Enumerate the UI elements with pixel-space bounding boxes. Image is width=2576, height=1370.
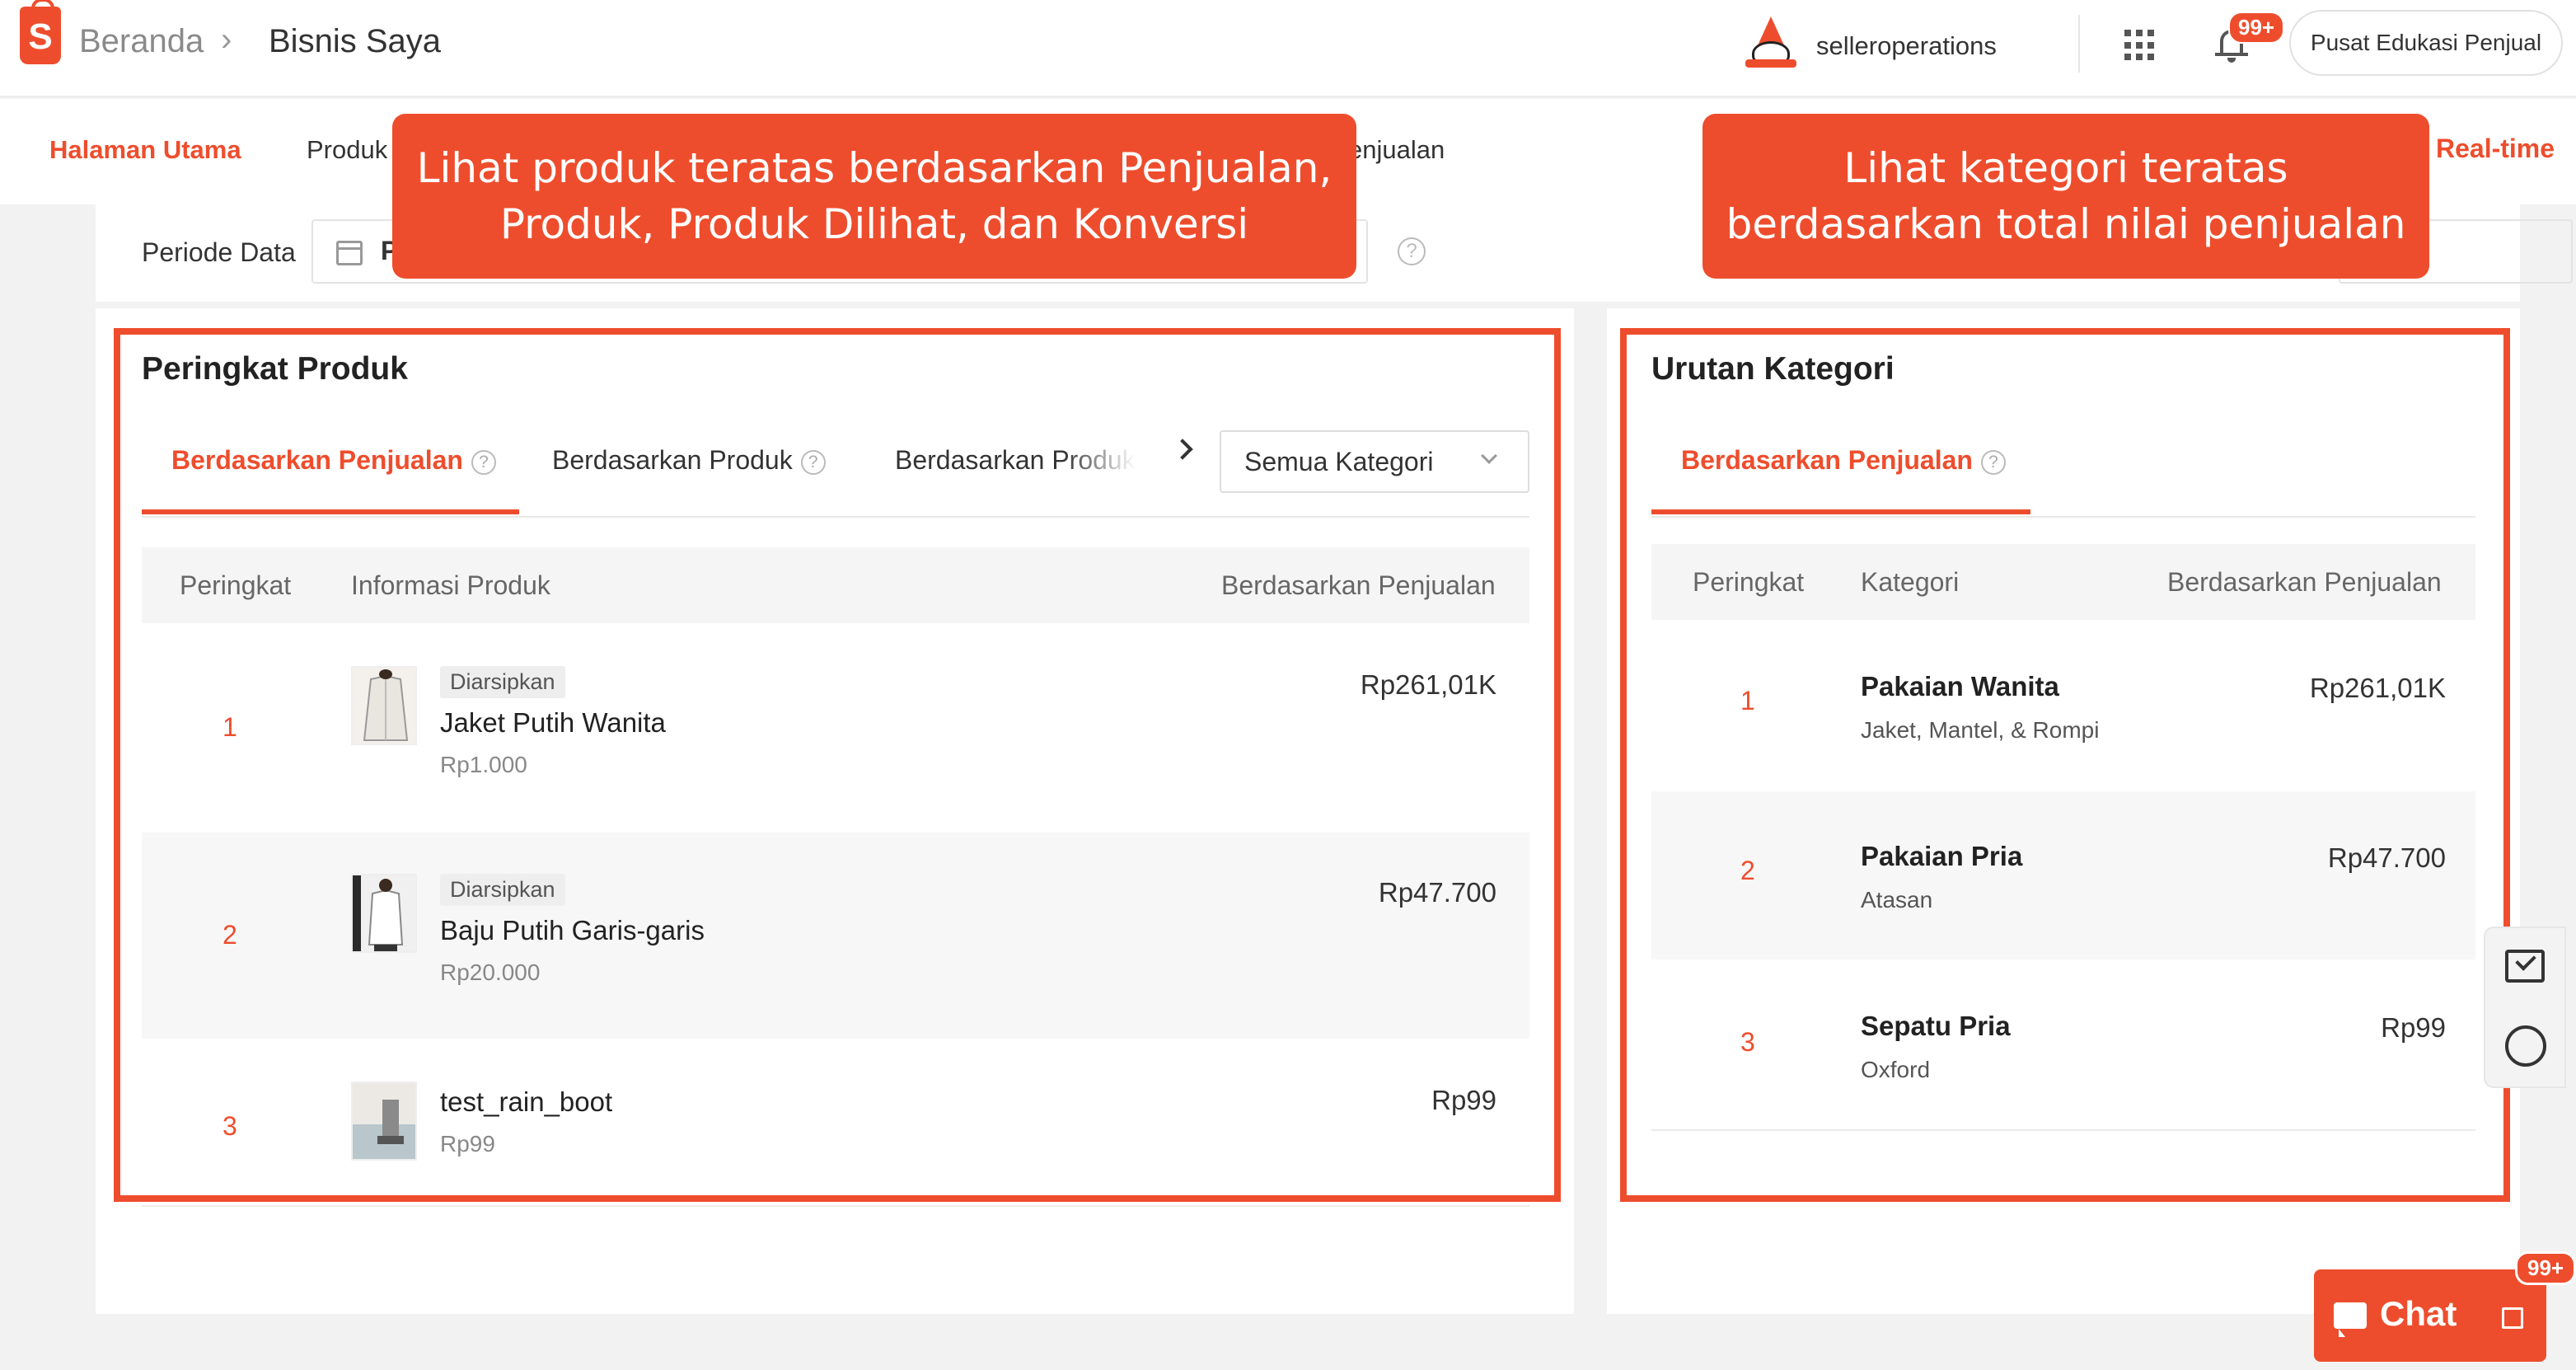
shopee-logo-icon[interactable]: S bbox=[20, 0, 61, 64]
chevron-right-icon: › bbox=[221, 21, 232, 58]
notification-badge: 99+ bbox=[2228, 12, 2285, 44]
expand-icon[interactable] bbox=[2502, 1307, 2523, 1329]
top-bar: S Beranda › Bisnis Saya selleroperations… bbox=[0, 0, 2576, 97]
callout-products: Lihat produk teratas berdasarkan Penjual… bbox=[392, 114, 1356, 279]
apps-grid-icon[interactable] bbox=[2124, 30, 2156, 61]
avatar[interactable] bbox=[1745, 16, 1796, 68]
highlight-frame-categories bbox=[1620, 328, 2510, 1202]
calendar-icon bbox=[336, 241, 363, 265]
edu-center-button[interactable]: Pusat Edukasi Penjual bbox=[2289, 10, 2563, 76]
divider bbox=[142, 1205, 1529, 1207]
floating-toolbar bbox=[2484, 927, 2566, 1088]
breadcrumb-home[interactable]: Beranda bbox=[79, 23, 204, 60]
tab-realtime[interactable]: Real-time bbox=[2436, 134, 2555, 164]
highlight-frame-products bbox=[114, 328, 1561, 1202]
chat-bubble-icon bbox=[2334, 1302, 2367, 1337]
tab-penjualan[interactable]: enjualan bbox=[1348, 135, 1445, 165]
divider bbox=[2078, 15, 2080, 73]
help-icon[interactable]: ? bbox=[1398, 237, 1426, 265]
headset-icon[interactable] bbox=[2505, 1025, 2546, 1067]
username[interactable]: selleroperations bbox=[1816, 31, 1997, 61]
chat-button[interactable]: Chat bbox=[2314, 1269, 2546, 1362]
chat-label: Chat bbox=[2380, 1294, 2457, 1333]
tab-produk[interactable]: Produk bbox=[307, 135, 387, 165]
feedback-icon[interactable] bbox=[2505, 950, 2545, 983]
period-label: Periode Data bbox=[142, 237, 296, 267]
breadcrumb-current: Bisnis Saya bbox=[269, 23, 441, 59]
chat-badge: 99+ bbox=[2515, 1251, 2576, 1285]
tab-halaman-utama[interactable]: Halaman Utama bbox=[49, 135, 241, 165]
callout-categories: Lihat kategori teratas berdasarkan total… bbox=[1703, 114, 2429, 279]
